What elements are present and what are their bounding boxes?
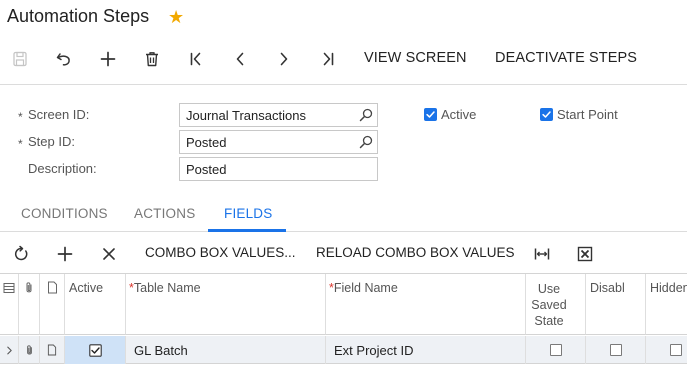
grid-header-disabled[interactable]: Disabl bbox=[586, 274, 646, 335]
checkbox-checked-icon bbox=[540, 108, 553, 121]
description-label: Description: bbox=[28, 161, 97, 176]
previous-record-icon[interactable] bbox=[230, 49, 250, 69]
grid-header-attachments[interactable] bbox=[19, 274, 40, 335]
start-point-checkbox[interactable]: Start Point bbox=[540, 107, 618, 122]
checkbox-checked-icon bbox=[424, 108, 437, 121]
grid-header-active[interactable]: Active bbox=[65, 274, 126, 335]
grid-header-selector[interactable] bbox=[0, 274, 19, 335]
active-tab-indicator bbox=[208, 229, 286, 232]
start-point-label: Start Point bbox=[557, 107, 618, 122]
last-record-icon[interactable] bbox=[318, 49, 338, 69]
table-row[interactable]: GL Batch Ext Project ID bbox=[0, 336, 687, 364]
main-toolbar: VIEW SCREEN DEACTIVATE STEPS bbox=[0, 40, 687, 78]
toolbar-divider bbox=[0, 84, 687, 85]
undo-icon[interactable] bbox=[54, 49, 74, 69]
tab-actions[interactable]: ACTIONS bbox=[134, 206, 195, 221]
use-saved-state-checkbox[interactable] bbox=[550, 344, 562, 356]
column-active-label: Active bbox=[69, 281, 104, 295]
deactivate-steps-button[interactable]: DEACTIVATE STEPS bbox=[495, 50, 637, 66]
description-field[interactable]: Posted bbox=[179, 157, 378, 181]
row-hidden-cell[interactable] bbox=[646, 336, 687, 364]
column-use-saved-state-line-3: State bbox=[534, 314, 564, 328]
row-notes[interactable] bbox=[40, 336, 65, 364]
next-record-icon[interactable] bbox=[274, 49, 294, 69]
step-id-label: Step ID: bbox=[28, 134, 75, 149]
tab-bar: CONDITIONS ACTIONS FIELDS bbox=[0, 198, 687, 232]
active-label: Active bbox=[441, 107, 477, 122]
paperclip-icon bbox=[26, 344, 32, 354]
title-bar: Automation Steps ★ bbox=[0, 0, 687, 38]
save-icon[interactable] bbox=[10, 49, 30, 69]
fit-columns-icon[interactable] bbox=[532, 244, 552, 264]
screen-id-field[interactable]: Journal Transactions bbox=[179, 103, 378, 127]
active-checkbox[interactable]: Active bbox=[424, 107, 476, 122]
grid-header-field-name[interactable]: *Field Name bbox=[326, 274, 526, 335]
checkbox-checked-icon[interactable] bbox=[88, 343, 102, 357]
plus-icon[interactable] bbox=[98, 49, 118, 69]
row-expander[interactable] bbox=[0, 336, 19, 364]
star-icon[interactable]: ★ bbox=[168, 6, 184, 28]
step-id-value: Posted bbox=[186, 135, 227, 150]
close-icon[interactable] bbox=[99, 244, 119, 264]
refresh-icon[interactable] bbox=[11, 244, 31, 264]
combo-box-values-button[interactable]: COMBO BOX VALUES... bbox=[145, 245, 296, 260]
row-field-name: Ext Project ID bbox=[334, 342, 414, 358]
step-id-required-marker: * bbox=[18, 137, 23, 151]
note-icon bbox=[48, 281, 57, 294]
chevron-right-icon bbox=[6, 346, 12, 354]
excel-export-icon[interactable] bbox=[575, 244, 595, 264]
column-disabled-label: Disabl bbox=[590, 281, 625, 295]
row-use-saved-state-cell[interactable] bbox=[526, 336, 586, 364]
row-table-name: GL Batch bbox=[134, 342, 188, 358]
grid-header-hidden[interactable]: Hidden bbox=[646, 274, 687, 335]
row-attachments[interactable] bbox=[19, 336, 40, 364]
column-table-name-label: *Table Name bbox=[129, 281, 201, 295]
disabled-checkbox[interactable] bbox=[610, 344, 622, 356]
column-field-name-label: *Field Name bbox=[329, 281, 398, 295]
search-icon[interactable] bbox=[358, 134, 374, 150]
grid-header-use-saved-state[interactable]: Use Saved State bbox=[526, 274, 586, 335]
tab-conditions[interactable]: CONDITIONS bbox=[21, 206, 108, 221]
step-id-field[interactable]: Posted bbox=[179, 130, 378, 154]
reload-combo-box-values-button[interactable]: RELOAD COMBO BOX VALUES bbox=[316, 245, 515, 260]
row-field-name-cell[interactable]: Ext Project ID bbox=[326, 336, 526, 364]
description-value: Posted bbox=[186, 162, 227, 177]
screen-id-value: Journal Transactions bbox=[186, 108, 306, 123]
column-field-name-text: Field Name bbox=[333, 281, 398, 295]
grid-header-table-name[interactable]: *Table Name bbox=[126, 274, 326, 335]
row-selector-icon bbox=[3, 283, 15, 293]
grid-header-notes[interactable] bbox=[40, 274, 65, 335]
note-icon bbox=[47, 344, 57, 356]
row-disabled-cell[interactable] bbox=[586, 336, 646, 364]
column-use-saved-state-label: Use Saved State bbox=[526, 281, 572, 329]
column-table-name-text: Table Name bbox=[133, 281, 201, 295]
hidden-checkbox[interactable] bbox=[670, 344, 682, 356]
search-icon[interactable] bbox=[358, 107, 374, 123]
trash-icon[interactable] bbox=[142, 49, 162, 69]
view-screen-button[interactable]: VIEW SCREEN bbox=[364, 50, 467, 66]
tab-fields[interactable]: FIELDS bbox=[224, 206, 272, 221]
grid-toolbar: COMBO BOX VALUES... RELOAD COMBO BOX VAL… bbox=[0, 236, 687, 272]
column-use-saved-state-line-2: Saved bbox=[531, 298, 567, 312]
row-active-cell[interactable] bbox=[65, 336, 126, 364]
plus-icon[interactable] bbox=[55, 244, 75, 264]
fields-grid: Active *Table Name *Field Name Use Saved… bbox=[0, 273, 687, 371]
first-record-icon[interactable] bbox=[186, 49, 206, 69]
page-title: Automation Steps bbox=[7, 6, 150, 26]
column-hidden-label: Hidden bbox=[650, 281, 687, 295]
screen-id-required-marker: * bbox=[18, 110, 23, 124]
row-table-name-cell[interactable]: GL Batch bbox=[126, 336, 326, 364]
screen-id-label: Screen ID: bbox=[28, 107, 90, 122]
paperclip-icon bbox=[26, 282, 32, 293]
column-use-saved-state-line-1: Use bbox=[537, 282, 561, 296]
